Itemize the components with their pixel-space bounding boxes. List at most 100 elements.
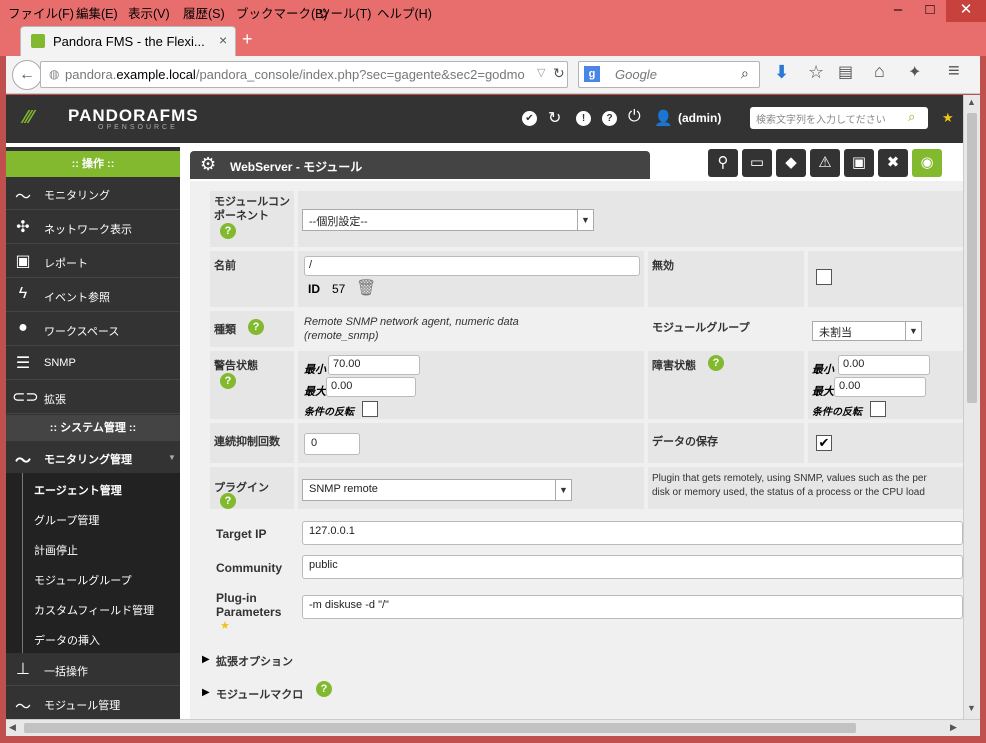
browser-tab[interactable]: Pandora FMS - the Flexi... × <box>20 26 236 56</box>
sidebar-item-monitoring-admin[interactable]: 〜 モニタリング管理 ▼ <box>6 441 180 474</box>
component-label: モジュールコンポーネント <box>214 196 291 222</box>
main-content: ⚙ WebServer - モジュール ⚲ ▭ ◆ ⚠ ▣ ✖ ◉ モジュールコ… <box>190 147 963 719</box>
user-icon[interactable]: 👤 <box>654 109 673 127</box>
help-icon[interactable]: ? <box>602 111 617 126</box>
help-icon[interactable]: ? <box>708 355 724 371</box>
sidebar-item-bulk-ops[interactable]: ⊥ 一括操作 <box>6 653 180 686</box>
horizontal-scroll-thumb[interactable] <box>24 723 856 733</box>
sidebar-item-snmp[interactable]: ☰ SNMP <box>6 347 180 380</box>
bookmark-star-icon[interactable]: ☆ <box>808 62 824 83</box>
critical-min-input[interactable]: 0.00 <box>838 355 930 375</box>
warning-min-label: 最小 <box>304 364 326 376</box>
help-icon[interactable]: ? <box>220 223 236 239</box>
type-value-line1: Remote SNMP network agent, numeric data <box>304 316 519 328</box>
vertical-scrollbar[interactable]: ▲ ▼ <box>963 95 980 719</box>
sidebar-item-reports[interactable]: ▣ レポート <box>6 245 180 278</box>
sidebar-subitem-module-groups[interactable]: モジュールグループ <box>6 563 180 593</box>
help-icon[interactable]: ? <box>220 493 236 509</box>
favorite-star-icon[interactable]: ★ <box>942 110 954 126</box>
sidebar-subitem-custom-fields[interactable]: カスタムフィールド管理 <box>6 593 180 623</box>
help-icon[interactable]: ? <box>220 373 236 389</box>
tool-shapes-icon[interactable]: ◆ <box>776 149 806 177</box>
tool-network-icon[interactable]: ▭ <box>742 149 772 177</box>
header-search-icon[interactable]: ⌕ <box>908 109 915 125</box>
url-bar[interactable]: ◍ pandora.example.local/pandora_console/… <box>40 61 568 88</box>
maximize-icon[interactable]: □ <box>914 0 946 22</box>
tab-close-icon[interactable]: × <box>219 32 227 48</box>
ff-input[interactable]: 0 <box>304 433 360 455</box>
target-ip-input[interactable]: 127.0.0.1 <box>302 521 963 545</box>
username[interactable]: (admin) <box>678 111 721 125</box>
tool-alert-icon[interactable]: ⚠ <box>810 149 840 177</box>
sidebar-item-network-map[interactable]: ✣ ネットワーク表示 <box>6 211 180 244</box>
warning-min-input[interactable]: 70.00 <box>328 355 420 375</box>
power-icon[interactable]: ⏻ <box>628 108 641 126</box>
critical-max-input[interactable]: 0.00 <box>834 377 926 397</box>
plugin-params-input[interactable]: -m diskuse -d "/" <box>302 595 963 619</box>
hierarchy-icon: ⊥ <box>16 661 30 678</box>
addon-icon[interactable]: ✦ <box>908 62 921 82</box>
plugin-select-value: SNMP remote <box>309 483 378 495</box>
status-ok-icon[interactable]: ✔ <box>522 111 537 126</box>
menu-view[interactable]: 表示(V) <box>128 3 170 22</box>
warning-max-input[interactable]: 0.00 <box>326 377 416 397</box>
search-bar[interactable]: g Google ⌕ <box>578 61 760 88</box>
header-search-input[interactable]: 検索文字列を入力してださい ⌕ <box>750 107 928 129</box>
tool-view-icon[interactable]: ◉ <box>912 149 942 177</box>
home-icon[interactable]: ⌂ <box>874 61 885 82</box>
disabled-checkbox[interactable] <box>816 269 832 285</box>
scroll-left-icon[interactable]: ◀ <box>9 722 16 733</box>
sidebar-item-extensions[interactable]: ⊂⊃ 拡張 <box>6 381 180 414</box>
module-macros-toggle[interactable]: ▶ モジュールマクロ ? <box>200 681 940 705</box>
sidebar-subitem-downtime[interactable]: 計画停止 <box>6 533 180 563</box>
minimize-icon[interactable]: – <box>882 0 914 22</box>
advanced-options-toggle[interactable]: ▶ 拡張オプション <box>200 651 940 675</box>
menu-edit[interactable]: 編集(E) <box>76 3 118 22</box>
back-icon[interactable]: ← <box>12 60 42 90</box>
help-icon[interactable]: ? <box>316 681 332 697</box>
sidebar-item-module-admin[interactable]: 〜 モジュール管理 <box>6 687 180 719</box>
download-icon[interactable]: ⬇ <box>774 62 789 83</box>
component-select[interactable]: --個別設定-- ▼ <box>302 209 594 231</box>
menu-history[interactable]: 履歴(S) <box>183 3 225 22</box>
sidebar-item-events[interactable]: ϟ イベント参照 <box>6 279 180 312</box>
horizontal-scrollbar[interactable]: ◀ ▶ <box>6 719 980 736</box>
sidebar-subitem-agents[interactable]: エージェント管理 <box>6 473 180 503</box>
menu-bookmarks[interactable]: ブックマーク(B) <box>236 3 328 22</box>
plugin-select[interactable]: SNMP remote ▼ <box>302 479 572 501</box>
list-icon: ☰ <box>15 355 31 372</box>
dropdown-icon[interactable]: ▽ <box>537 66 545 79</box>
module-group-select[interactable]: 未割当 ▼ <box>812 321 922 341</box>
history-checkbox[interactable]: ✔ <box>816 435 832 451</box>
bookmarks-list-icon[interactable]: ▤ <box>838 62 853 82</box>
vertical-scroll-thumb[interactable] <box>967 113 977 403</box>
search-icon[interactable]: ⌕ <box>741 65 749 82</box>
sidebar-item-workspace[interactable]: ● ワークスペース <box>6 313 180 346</box>
sidebar-subitem-groups[interactable]: グループ管理 <box>6 503 180 533</box>
sidebar-item-label: イベント参照 <box>44 292 110 304</box>
sidebar-subitem-insert-data[interactable]: データの挿入 <box>6 623 180 653</box>
scroll-down-icon[interactable]: ▼ <box>967 703 976 713</box>
hamburger-menu-icon[interactable]: ≡ <box>948 60 960 83</box>
alert-icon[interactable]: ! <box>576 111 591 126</box>
scroll-up-icon[interactable]: ▲ <box>967 97 976 107</box>
sidebar-item-monitoring[interactable]: 〜 モニタリング <box>6 177 180 210</box>
menu-tools[interactable]: ツール(T) <box>318 3 371 22</box>
critical-invert-checkbox[interactable] <box>870 401 886 417</box>
new-tab-icon[interactable]: + <box>242 29 253 50</box>
trash-icon[interactable]: 🗑 <box>356 278 376 298</box>
close-icon[interactable]: ✕ <box>946 0 986 22</box>
chevron-right-icon: ▶ <box>202 687 210 698</box>
menu-help[interactable]: ヘルプ(H) <box>377 3 432 22</box>
tool-settings-icon[interactable]: ✖ <box>878 149 908 177</box>
menu-file[interactable]: ファイル(F) <box>8 3 74 22</box>
name-input[interactable]: / <box>304 256 640 276</box>
community-input[interactable]: public <box>302 555 963 579</box>
tool-wrench-icon[interactable]: ⚲ <box>708 149 738 177</box>
help-icon[interactable]: ? <box>248 319 264 335</box>
reload-icon[interactable]: ↻ <box>553 65 565 82</box>
warning-invert-checkbox[interactable] <box>362 401 378 417</box>
tool-monitor-icon[interactable]: ▣ <box>844 149 874 177</box>
refresh-icon[interactable]: ↻ <box>548 108 561 128</box>
scroll-right-icon[interactable]: ▶ <box>950 722 957 733</box>
